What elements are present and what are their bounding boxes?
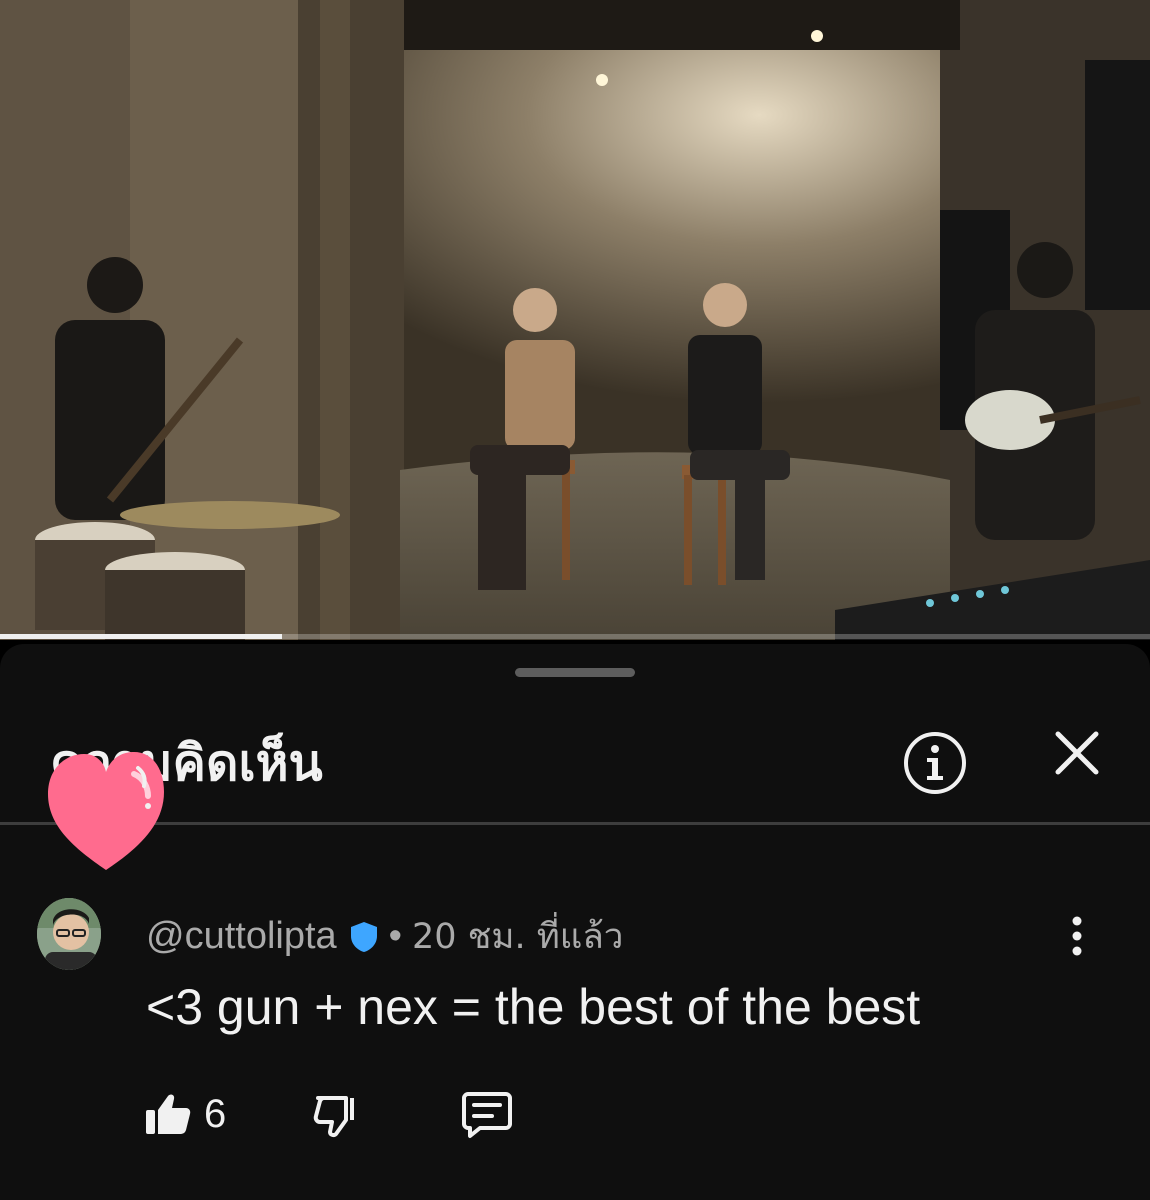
heart-sticker-icon [48, 752, 164, 870]
screen: ความคิดเห็น @cuttolipta • 20 ชม. ที่แล้ว… [0, 0, 1150, 1200]
thumbs-down-icon[interactable] [312, 1092, 360, 1140]
avatar[interactable] [37, 898, 101, 970]
video-frame [0, 0, 1150, 640]
comment-actions: 6 [0, 1080, 1150, 1150]
video-progress-bar[interactable] [0, 634, 1150, 639]
meta-separator: • [388, 915, 402, 957]
sheet-divider [0, 822, 1150, 825]
comment-time: 20 ชม. ที่แล้ว [411, 917, 624, 957]
info-circle-icon[interactable] [902, 730, 968, 796]
more-vertical-icon[interactable] [1062, 914, 1092, 958]
reply-comment-icon[interactable] [460, 1088, 514, 1142]
drag-handle[interactable] [515, 668, 635, 677]
video-player[interactable] [0, 0, 1150, 640]
comment-text: <3 gun + nex = the best of the best [146, 979, 921, 1035]
comment-author[interactable]: @cuttolipta [146, 915, 337, 958]
verified-shield-icon [350, 921, 377, 952]
video-progress-fill [0, 634, 282, 639]
close-icon[interactable] [1052, 728, 1102, 778]
comment-meta: @cuttolipta • 20 ชม. ที่แล้ว [146, 909, 623, 964]
like-count: 6 [204, 1092, 227, 1136]
thumbs-up-icon[interactable] [144, 1090, 192, 1138]
